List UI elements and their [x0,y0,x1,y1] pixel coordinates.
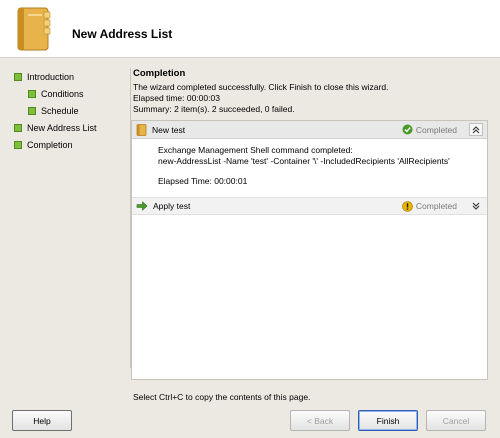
nav-item-introduction[interactable]: Introduction [14,68,126,85]
nav-item-schedule[interactable]: Schedule [14,102,126,119]
completion-message: The wizard completed successfully. Click… [133,82,389,92]
step-complete-icon [14,140,22,149]
task-status: Completed [402,124,457,135]
help-button[interactable]: Help [12,410,72,431]
copy-hint: Select Ctrl+C to copy the contents of th… [133,392,311,402]
wizard-header: New Address List [0,0,500,58]
warning-icon [402,200,413,212]
cancel-button[interactable]: Cancel [426,410,486,431]
nav-item-label: Introduction [27,71,75,82]
nav-item-label: Conditions [41,88,84,99]
finish-button[interactable]: Finish [358,410,418,431]
wizard-title: New Address List [72,27,173,41]
task-name: Apply test [153,200,191,211]
task-command-line: new-AddressList -Name 'test' -Container … [158,155,450,166]
completion-summary: Completion The wizard completed successf… [133,68,488,115]
success-check-icon [402,124,413,135]
step-complete-icon [28,106,36,115]
task-details: Exchange Management Shell command comple… [132,139,487,191]
task-header-apply-test[interactable]: Apply test Completed [132,196,487,215]
nav-item-completion[interactable]: Completion [14,136,126,153]
task-status-label: Completed [415,124,457,135]
arrow-right-icon [136,200,148,211]
step-complete-icon [28,89,36,98]
task-results-panel[interactable]: New test Completed Exchange Management S… [131,120,488,380]
expand-button[interactable] [469,200,483,213]
task-elapsed: Elapsed Time: 00:00:01 [158,176,248,186]
address-book-small-icon [136,123,147,136]
chevron-down-icon [472,202,480,210]
page-heading: Completion [133,68,186,79]
chevron-up-icon [472,125,480,133]
nav-item-conditions[interactable]: Conditions [14,85,126,102]
elapsed-time: Elapsed time: 00:00:03 [133,93,220,103]
wizard-nav: Introduction Conditions Schedule New Add… [14,68,126,153]
back-button[interactable]: < Back [290,410,350,431]
task-name: New test [152,124,186,135]
step-complete-icon [14,72,22,81]
task-header-new-test[interactable]: New test Completed [132,121,487,139]
address-book-icon [17,7,51,51]
task-status: Completed [402,200,457,212]
step-complete-icon [14,123,22,132]
collapse-button[interactable] [469,123,483,136]
task-status-label: Completed [415,201,457,211]
nav-item-label: Completion [27,139,73,150]
nav-item-label: New Address List [27,122,97,133]
nav-item-new-address-list[interactable]: New Address List [14,119,126,136]
nav-item-label: Schedule [41,105,79,116]
summary-text: Summary: 2 item(s). 2 succeeded, 0 faile… [133,104,295,114]
task-output-line: Exchange Management Shell command comple… [158,145,353,155]
